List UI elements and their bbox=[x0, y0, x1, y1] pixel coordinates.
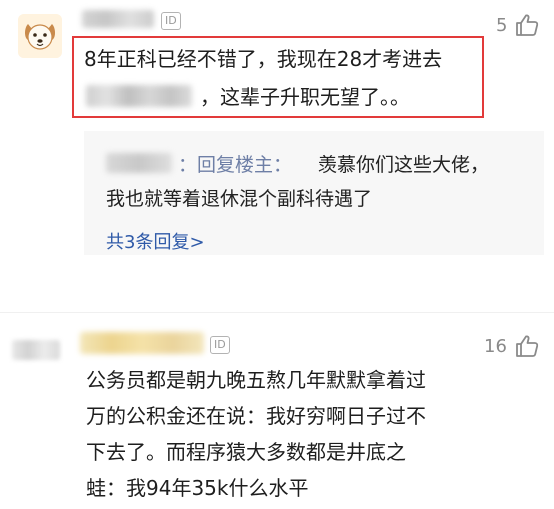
reply-text-line: 羡慕你们这些大佬， bbox=[318, 154, 490, 176]
reply-to-op-label: ：回复楼主： bbox=[178, 154, 293, 176]
comment-text-line: 公务员都是朝九晚五熬几年默默拿着过 bbox=[86, 368, 426, 392]
comment-text-line: 下去了。而程序猿大多数都是井底之 bbox=[86, 440, 406, 464]
comment-text-line: 万的公积金还在说：我好穷啊日子过不 bbox=[86, 404, 426, 428]
username-blurred[interactable] bbox=[82, 10, 154, 28]
id-badge: ID bbox=[210, 336, 230, 354]
comment-text-line: 蛙：我94年35k什么水平 bbox=[86, 476, 309, 500]
like-count: 5 bbox=[496, 15, 508, 36]
comment-text-line: ，这辈子升职无望了。。 bbox=[200, 85, 410, 109]
view-all-replies-link[interactable]: 共3条回复> bbox=[106, 228, 205, 254]
avatar-blurred[interactable] bbox=[12, 340, 60, 360]
thumbs-up-icon[interactable] bbox=[514, 333, 540, 359]
comment-text-line: 8年正科已经不错了，我现在28才考进去 bbox=[84, 47, 443, 71]
like-count: 16 bbox=[484, 336, 507, 357]
reply-username-blurred[interactable] bbox=[106, 153, 172, 173]
divider bbox=[0, 312, 554, 313]
dog-face-icon bbox=[18, 14, 62, 58]
reply-text-line: 我也就等着退休混个副科待遇了 bbox=[106, 188, 373, 210]
id-badge: ID bbox=[161, 12, 181, 30]
username-blurred[interactable] bbox=[80, 332, 204, 354]
thumbs-up-icon[interactable] bbox=[514, 12, 540, 38]
avatar-dog[interactable] bbox=[18, 14, 62, 58]
redacted-text bbox=[86, 85, 192, 107]
